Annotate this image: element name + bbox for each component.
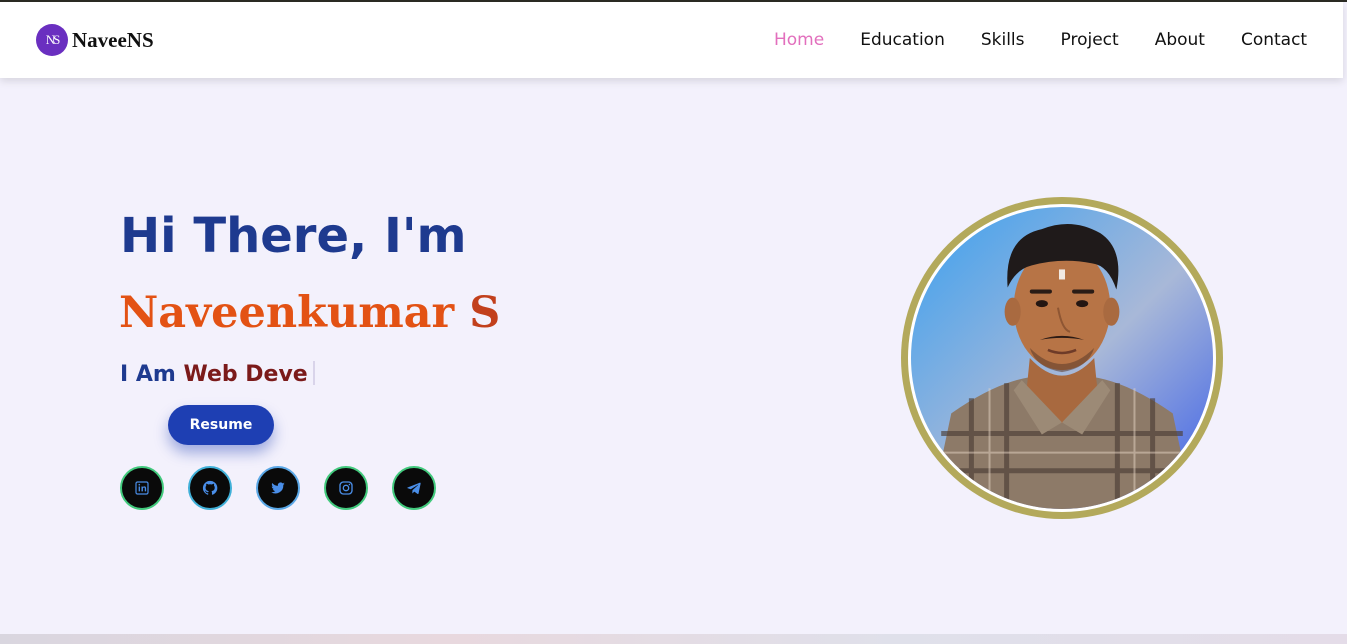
telegram-icon bbox=[407, 482, 421, 494]
hero-first-name: Naveenkumar bbox=[119, 288, 455, 338]
twitter-link[interactable] bbox=[256, 466, 300, 510]
portrait-illustration bbox=[931, 223, 1193, 509]
linkedin-link[interactable] bbox=[120, 466, 164, 510]
nav-item-education[interactable]: Education bbox=[860, 30, 945, 50]
hero-name: Naveenkumar S bbox=[119, 288, 500, 338]
main-nav: Home Education Skills Project About Cont… bbox=[774, 30, 1343, 50]
brand-logo[interactable]: NS NaveeNS bbox=[36, 24, 154, 56]
hero-last-name: S bbox=[469, 288, 501, 338]
brand-name: NaveeNS bbox=[72, 27, 154, 52]
github-icon bbox=[202, 480, 218, 495]
instagram-link[interactable] bbox=[324, 466, 368, 510]
typing-caret bbox=[312, 361, 315, 385]
nav-item-home[interactable]: Home bbox=[774, 30, 824, 50]
profile-photo bbox=[908, 204, 1216, 512]
nav-item-contact[interactable]: Contact bbox=[1241, 30, 1307, 50]
telegram-link[interactable] bbox=[392, 466, 436, 510]
navbar: NS NaveeNS Home Education Skills Project… bbox=[0, 2, 1343, 78]
nav-item-project[interactable]: Project bbox=[1061, 30, 1119, 50]
typed-role: Web Deve bbox=[183, 362, 308, 387]
linkedin-icon bbox=[135, 481, 149, 495]
typed-role-line: I Am Web Deve bbox=[120, 361, 315, 387]
typed-prefix: I Am bbox=[120, 362, 176, 387]
github-link[interactable] bbox=[188, 466, 232, 510]
profile-photo-frame bbox=[901, 197, 1223, 519]
twitter-icon bbox=[271, 482, 285, 494]
nav-item-skills[interactable]: Skills bbox=[981, 30, 1025, 50]
taskbar-strip bbox=[0, 634, 1347, 644]
nav-item-about[interactable]: About bbox=[1155, 30, 1205, 50]
social-links bbox=[120, 466, 436, 510]
hero-greeting: Hi There, I'm bbox=[120, 208, 467, 264]
instagram-icon bbox=[339, 481, 353, 495]
logo-mark-icon: NS bbox=[36, 24, 68, 56]
resume-button[interactable]: Resume bbox=[168, 405, 274, 445]
